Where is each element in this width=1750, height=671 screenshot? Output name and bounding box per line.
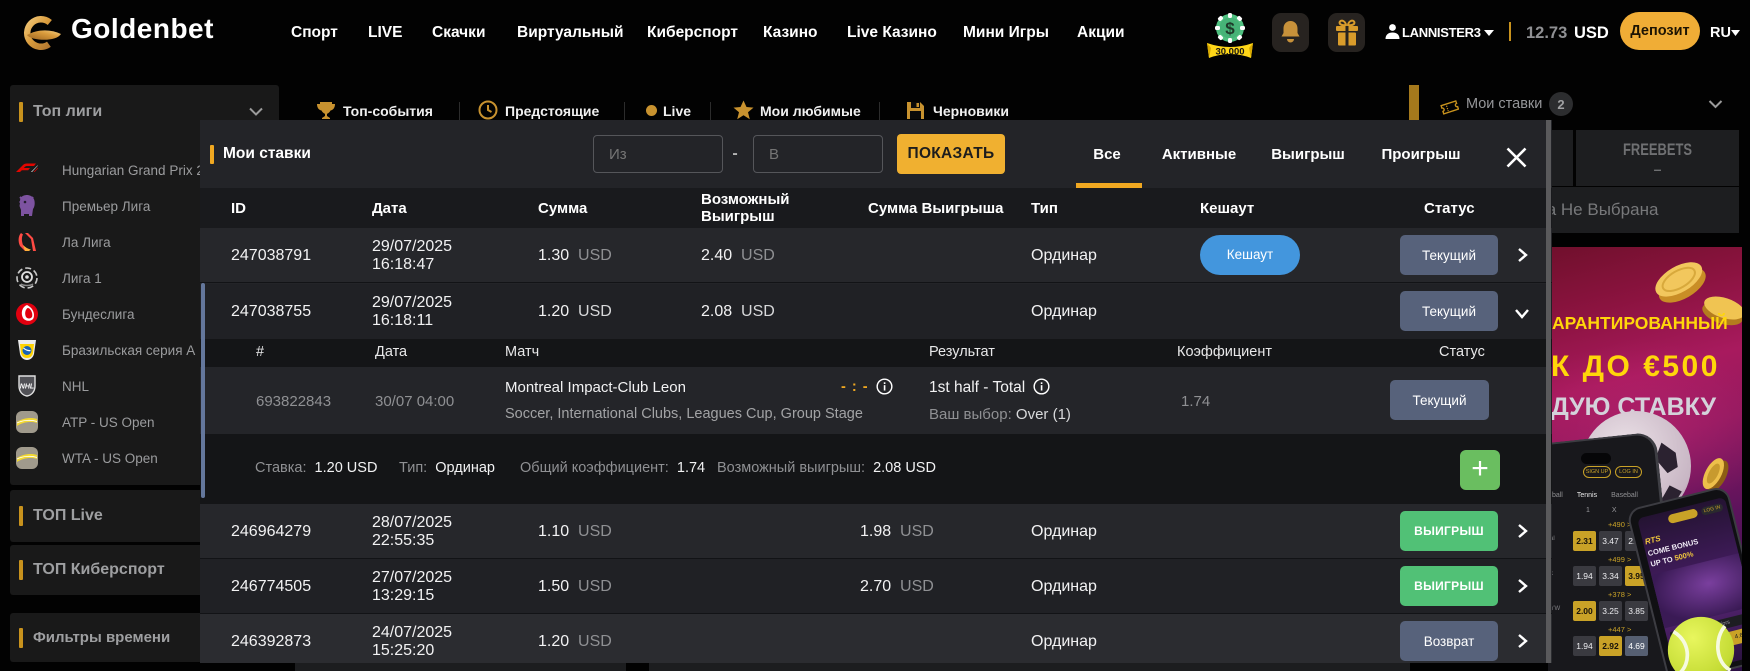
svg-text:NHL: NHL	[20, 384, 34, 391]
svg-text:$: $	[1225, 19, 1235, 38]
svg-text:30,000: 30,000	[1215, 47, 1244, 58]
